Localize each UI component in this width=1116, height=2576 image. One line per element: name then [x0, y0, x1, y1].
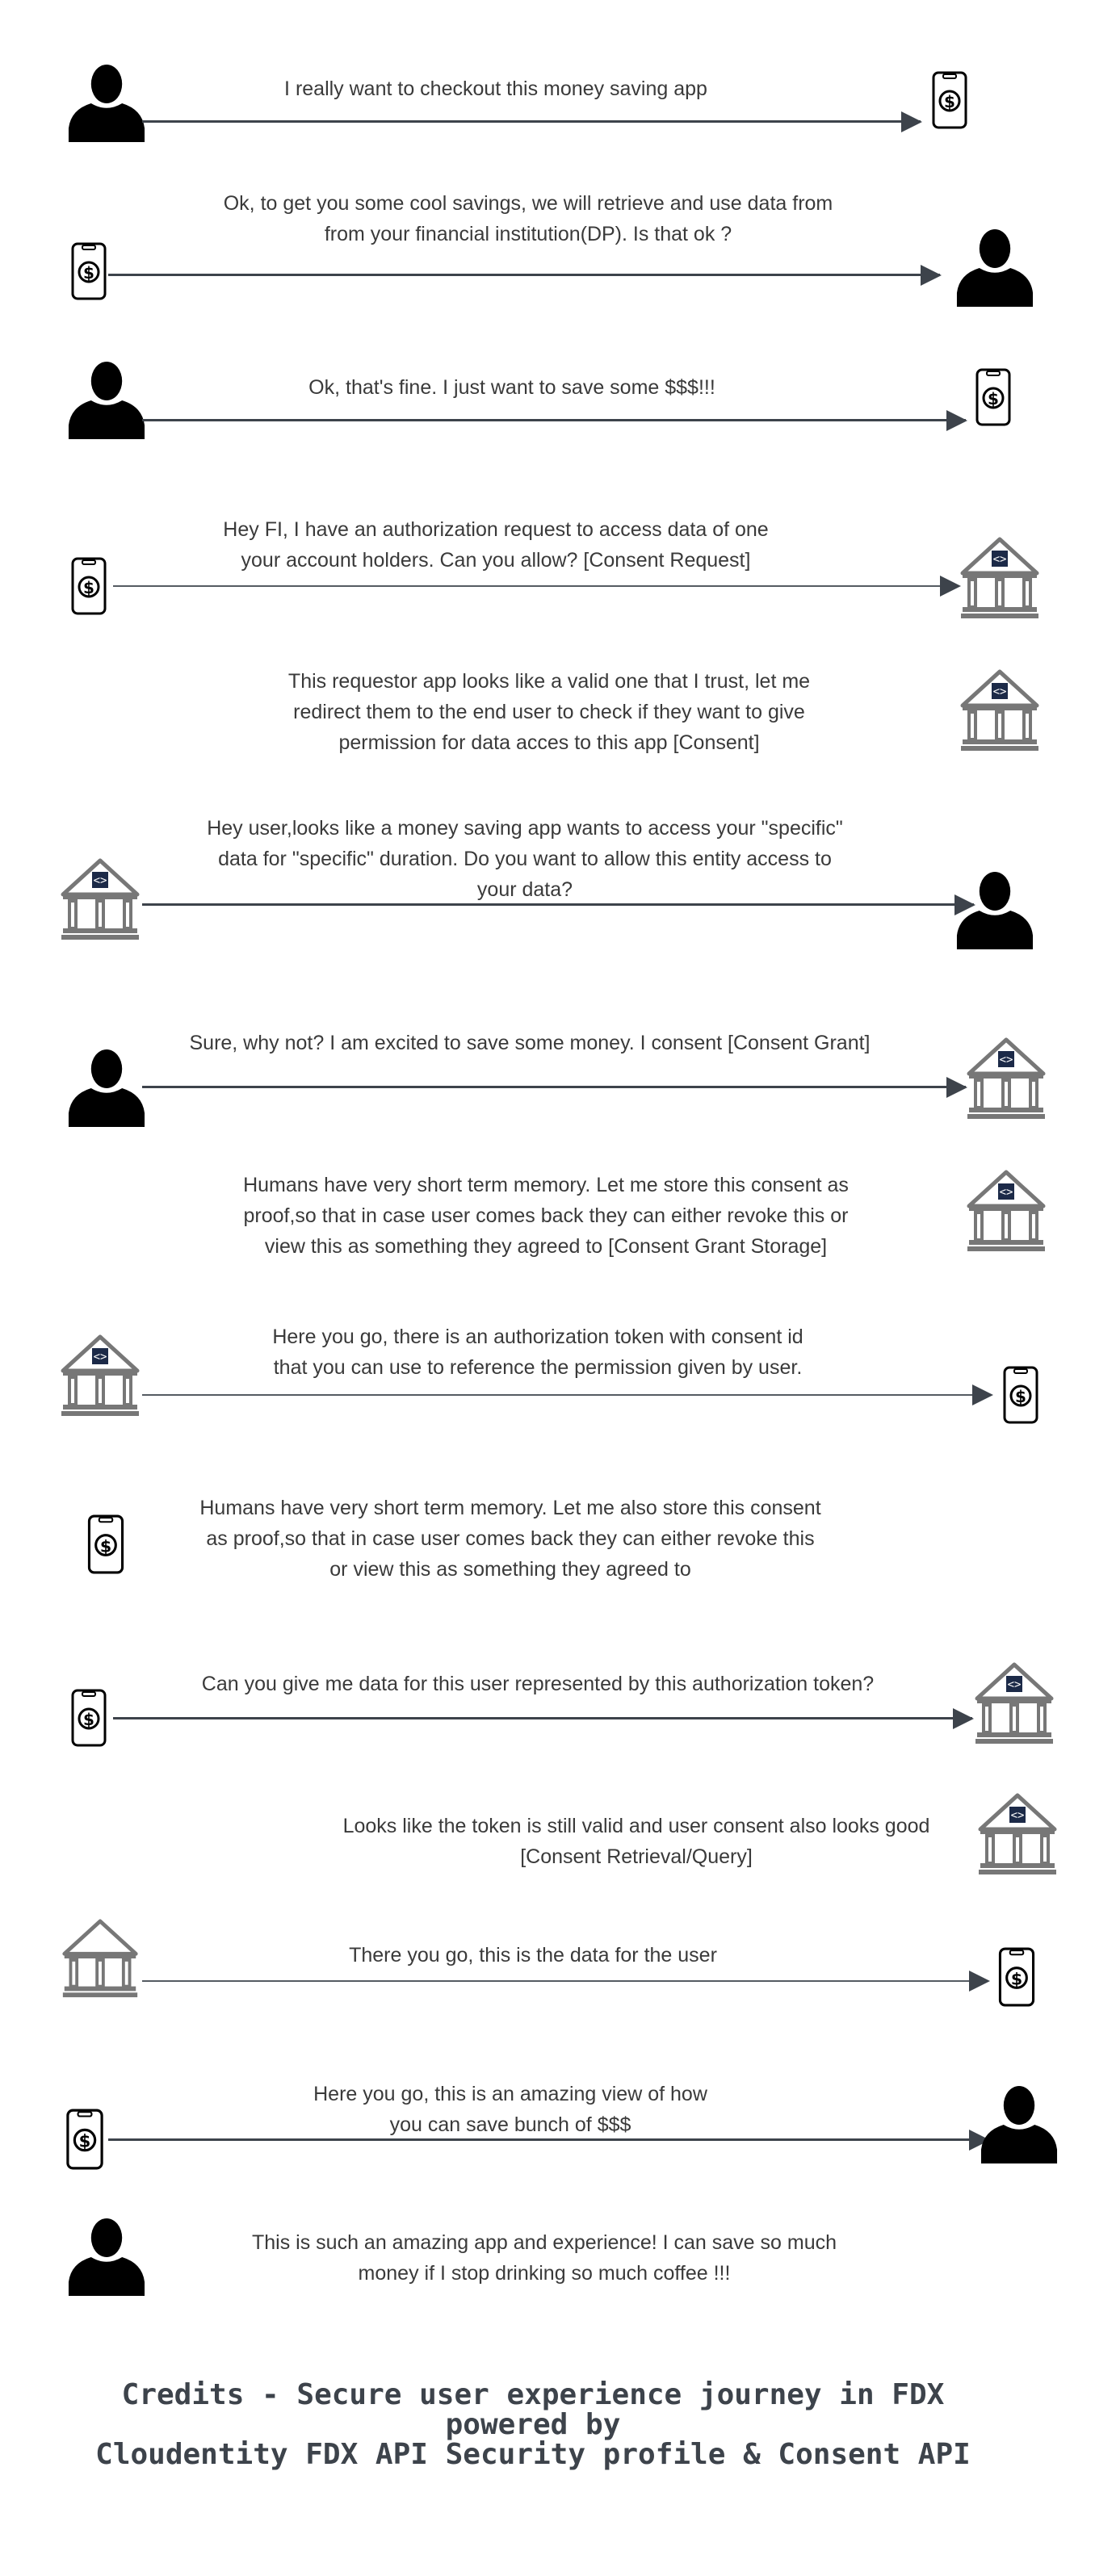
- message-15: This is such an amazing app and experien…: [100, 2227, 988, 2289]
- message-line: This is such an amazing app and experien…: [251, 2231, 837, 2254]
- bank-icon: [959, 536, 1040, 620]
- message-7: Sure, why not? I am excited to save some…: [86, 1028, 974, 1058]
- message-line: There you go, this is the data for the u…: [349, 1944, 717, 1967]
- user-icon: [68, 65, 145, 142]
- user-icon: [68, 362, 145, 439]
- user-icon: [68, 2218, 145, 2296]
- arrow-app-to-user: [108, 2138, 988, 2141]
- arrow-app-to-bank: [113, 585, 959, 587]
- credits-title: Credits - Secure user experience journey…: [121, 2378, 945, 2411]
- message-line: Here you go, there is an authorization t…: [272, 1326, 803, 1348]
- message-line: Here you go, this is an amazing view of …: [313, 2083, 707, 2105]
- credits: Credits - Secure user experience journey…: [0, 2380, 1066, 2469]
- message-8: Humans have very short term memory. Let …: [102, 1170, 990, 1262]
- message-line: as proof,so that in case user comes back…: [206, 1527, 815, 1550]
- message-13: There you go, this is the data for the u…: [89, 1940, 977, 1971]
- message-line: Sure, why not? I am excited to save some…: [189, 1032, 871, 1054]
- message-line: Ok, to get you some cool savings, we wil…: [223, 192, 833, 215]
- phone-app-icon: [71, 557, 107, 615]
- message-line: Looks like the token is still valid and …: [342, 1815, 930, 1837]
- phone-app-icon: [975, 368, 1011, 426]
- message-line: permission for data acces to this app [C…: [338, 731, 760, 754]
- user-icon: [68, 1049, 145, 1127]
- phone-app-icon: [932, 71, 967, 129]
- phone-app-icon: [71, 1689, 107, 1747]
- phone-app-icon: [87, 1514, 124, 1574]
- message-line: Ok, that's fine. I just want to save som…: [308, 376, 715, 399]
- message-6: Hey user,looks like a money saving app w…: [81, 813, 969, 905]
- arrow-user-to-bank: [142, 1086, 966, 1088]
- bank-icon: [58, 857, 142, 941]
- phone-app-icon: [1003, 1366, 1038, 1424]
- message-1: I really want to checkout this money sav…: [52, 73, 940, 104]
- bank-icon: [58, 1334, 142, 1418]
- bank-icon: [966, 1037, 1047, 1120]
- user-icon: [979, 2086, 1059, 2163]
- message-line: redirect them to the end user to check i…: [293, 701, 805, 723]
- message-line: from your financial institution(DP). Is …: [324, 223, 732, 245]
- message-12: Looks like the token is still valid and …: [192, 1811, 1080, 1872]
- message-line: This requestor app looks like a valid on…: [287, 670, 811, 693]
- bank-icon: [959, 668, 1040, 752]
- message-line: I really want to checkout this money sav…: [284, 77, 707, 100]
- arrow-app-to-user: [108, 274, 940, 276]
- user-icon: [956, 872, 1034, 949]
- message-line: Hey user,looks like a money saving app w…: [207, 817, 843, 840]
- message-9: Here you go, there is an authorization t…: [94, 1322, 982, 1383]
- message-line: your data?: [476, 878, 573, 901]
- message-line: Can you give me data for this user repre…: [201, 1673, 875, 1695]
- arrow-user-to-app: [142, 419, 966, 421]
- message-11: Can you give me data for this user repre…: [94, 1669, 982, 1699]
- arrow-bank-to-app: [142, 1980, 988, 1982]
- message-14: Here you go, this is an amazing view of …: [66, 2079, 954, 2140]
- bank-icon: [966, 1169, 1047, 1253]
- message-line: you can save bunch of $$$: [389, 2113, 631, 2136]
- arrow-bank-to-app: [142, 1394, 992, 1396]
- bank-icon: [977, 1792, 1058, 1876]
- message-line: [Consent Retrieval/Query]: [520, 1845, 753, 1868]
- message-4: Hey FI, I have an authorization request …: [52, 514, 940, 576]
- message-line: or view this as something they agreed to: [329, 1558, 691, 1581]
- message-3: Ok, that's fine. I just want to save som…: [68, 372, 956, 403]
- phone-app-icon: [998, 1947, 1035, 2007]
- arrow-user-to-app: [142, 120, 921, 123]
- arrow-bank-to-user: [142, 903, 974, 906]
- message-line: Hey FI, I have an authorization request …: [223, 518, 769, 541]
- bank-icon: [58, 1918, 142, 1999]
- phone-app-icon: [65, 2109, 105, 2170]
- credits-powered-by: powered by: [445, 2408, 621, 2441]
- phone-app-icon: [71, 242, 107, 300]
- message-10: Humans have very short term memory. Let …: [66, 1493, 954, 1585]
- message-2: Ok, to get you some cool savings, we wil…: [84, 188, 972, 249]
- arrow-app-to-bank: [113, 1717, 972, 1719]
- message-line: proof,so that in case user comes back th…: [243, 1204, 849, 1227]
- bank-icon: [974, 1661, 1055, 1745]
- message-line: view this as something they agreed to [C…: [264, 1235, 828, 1258]
- user-icon: [956, 229, 1034, 307]
- credits-product: Cloudentity FDX API Security profile & C…: [95, 2438, 971, 2471]
- message-line: data for "specific" duration. Do you wan…: [218, 848, 832, 870]
- message-line: that you can use to reference the permis…: [273, 1356, 803, 1379]
- message-5: This requestor app looks like a valid on…: [105, 666, 993, 758]
- message-line: Humans have very short term memory. Let …: [243, 1174, 849, 1196]
- message-line: money if I stop drinking so much coffee …: [358, 2262, 731, 2285]
- message-line: your account holders. Can you allow? [Co…: [241, 549, 751, 572]
- message-line: Humans have very short term memory. Let …: [199, 1497, 821, 1519]
